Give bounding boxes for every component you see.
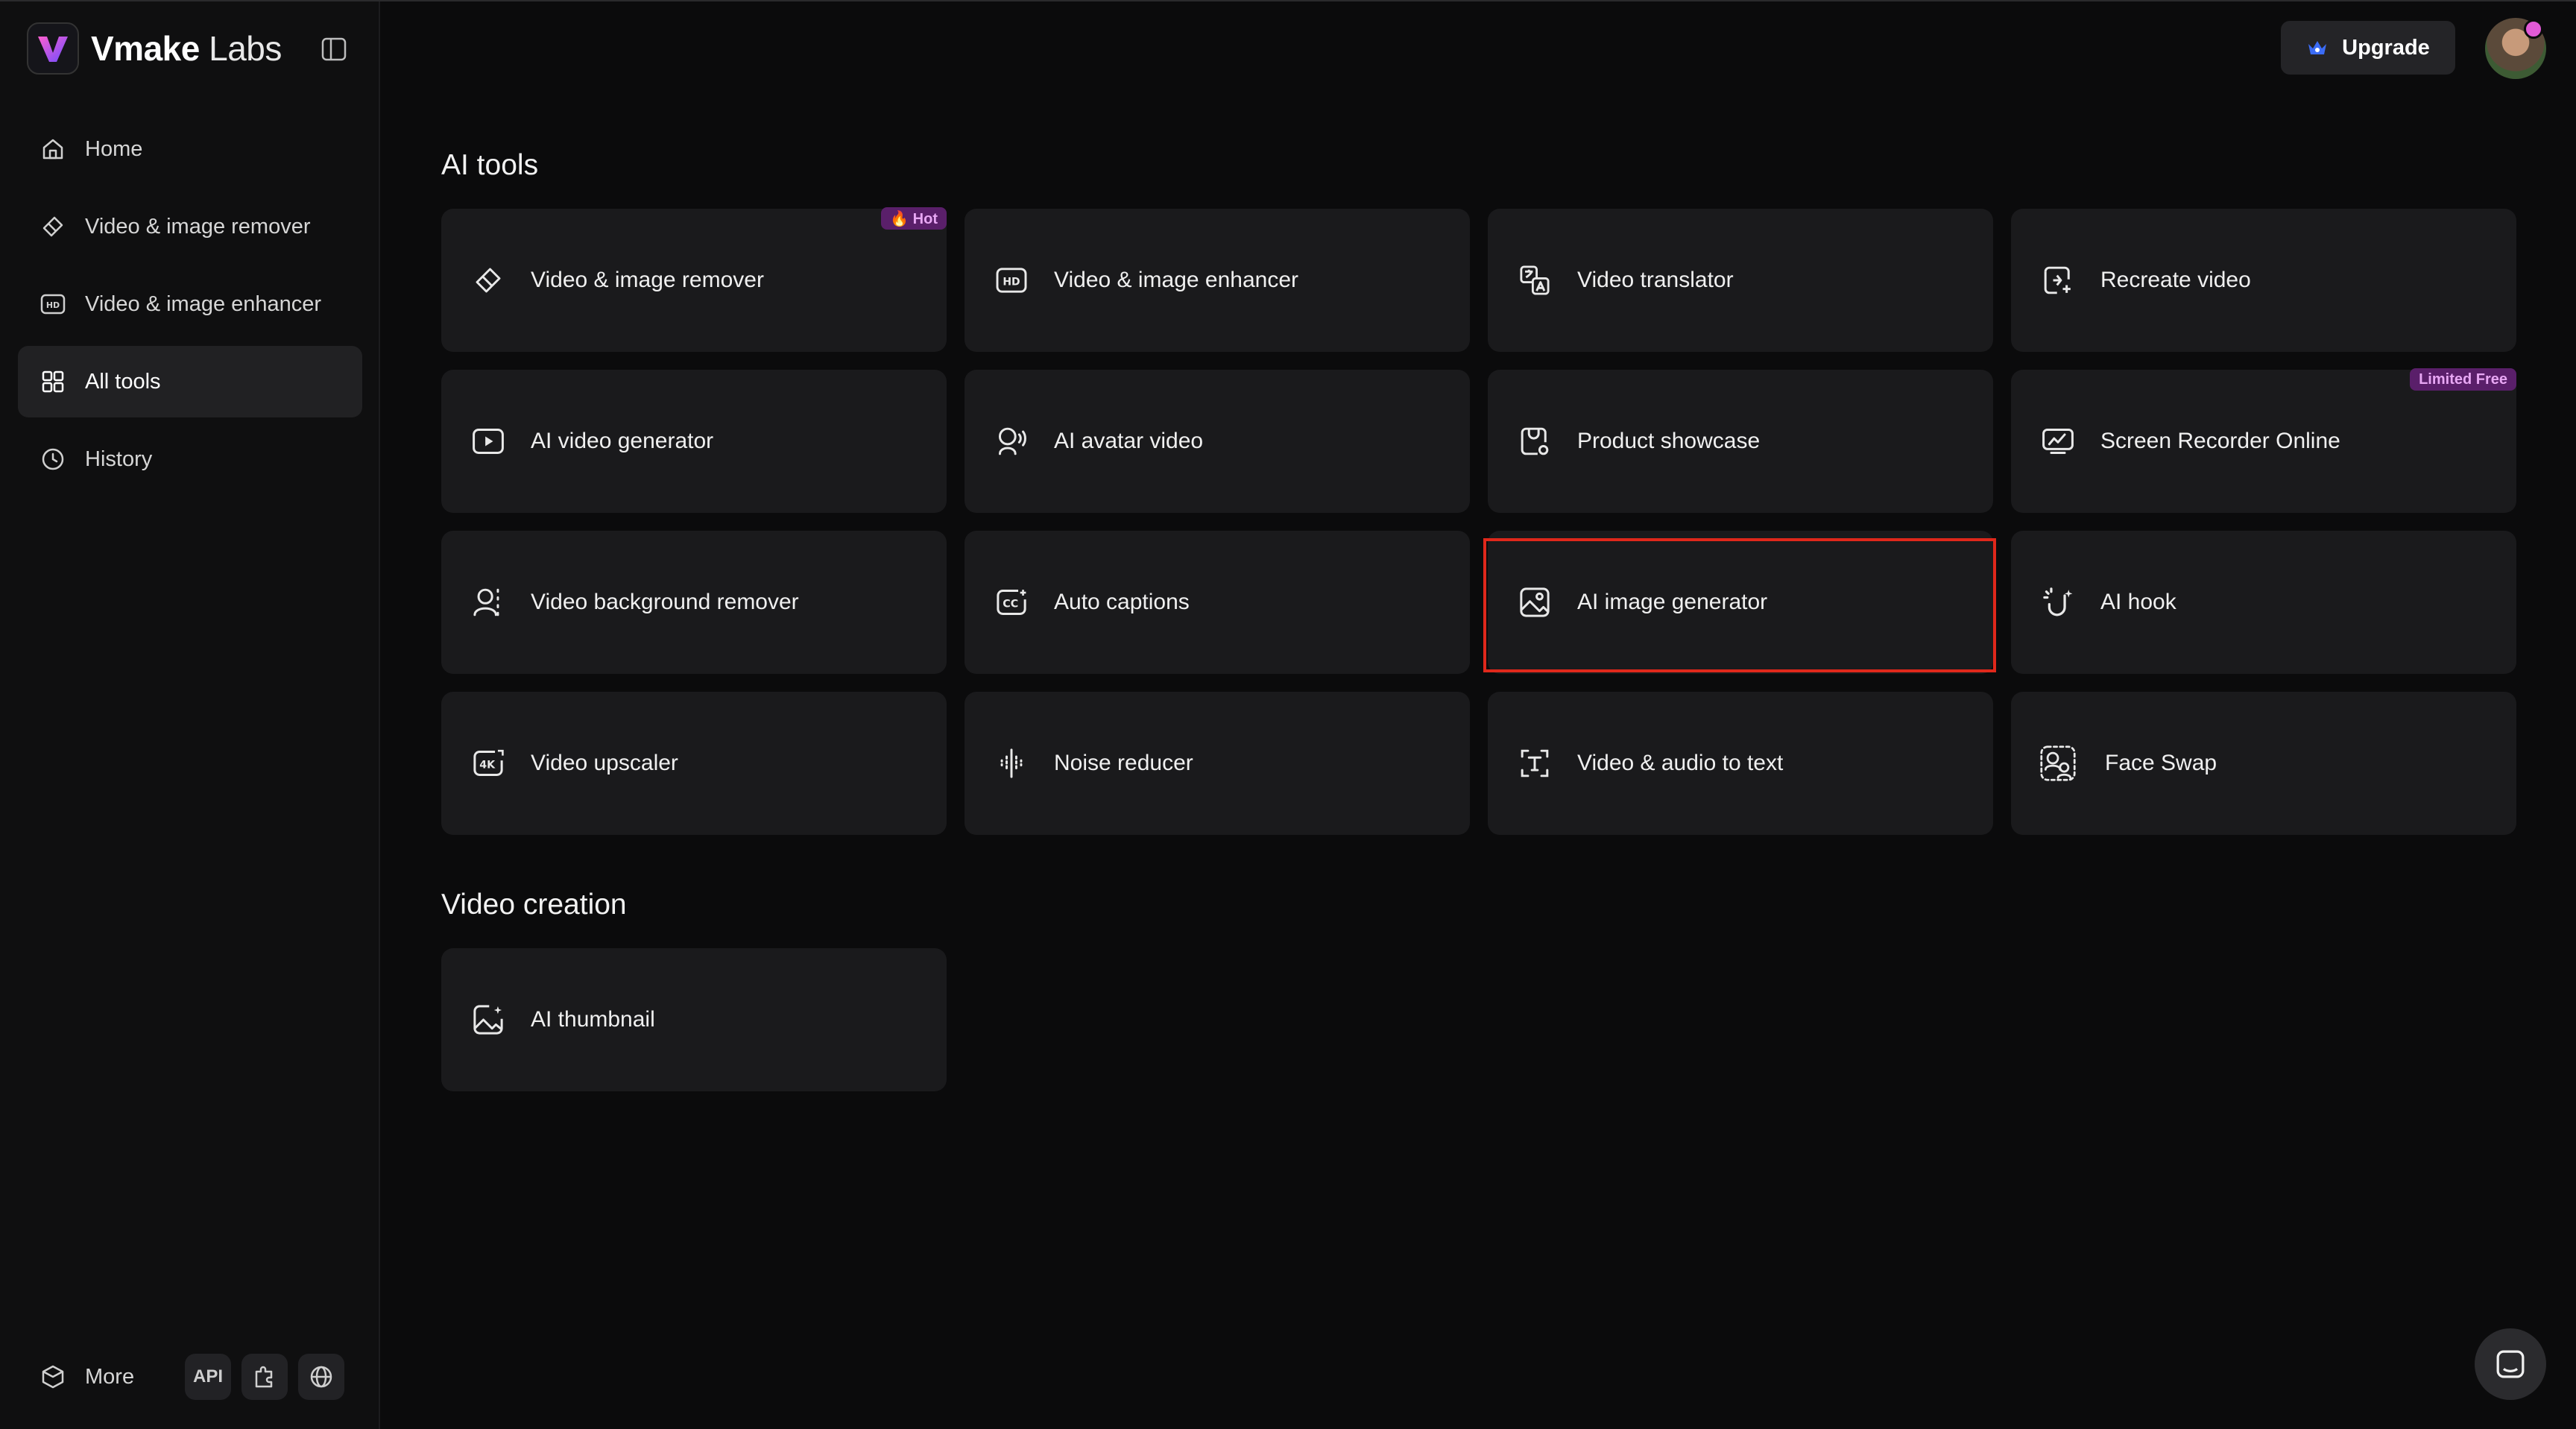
thumbnail-icon [470,1001,507,1038]
brand[interactable]: Vmake Labs [27,22,282,75]
product-icon [1516,423,1553,460]
video-creation-grid: AI thumbnail [441,948,947,1091]
sidebar: Vmake Labs Home Video & image remover HD… [0,1,380,1429]
cube-icon [39,1363,67,1391]
sidebar-item-all-tools[interactable]: All tools [18,346,362,417]
tool-card-video-background-remover[interactable]: Video background remover [441,531,947,674]
tool-card-ai-video-generator[interactable]: AI video generator [441,370,947,513]
tool-card-label: Video & image remover [531,268,764,292]
sidebar-nav: Home Video & image remover HD Video & im… [18,113,362,501]
tool-card-label: Video translator [1577,268,1734,292]
footer-buttons: API [185,1354,344,1400]
tool-card-label: Product showcase [1577,429,1761,453]
brand-name: Vmake Labs [91,29,282,68]
tool-card-label: Auto captions [1054,590,1190,614]
tool-card-label: Video upscaler [531,751,678,775]
tool-card-ai-image-generator[interactable]: AI image generator [1488,531,1993,674]
sidebar-item-label: All tools [85,369,161,394]
translate-icon [1516,262,1553,299]
tool-card-label: Screen Recorder Online [2100,429,2340,453]
svg-text:HD: HD [1003,276,1020,288]
image-icon [1516,584,1553,621]
tool-card-screen-recorder-online[interactable]: Screen Recorder Online Limited Free [2011,368,2516,513]
hd-icon: HD [39,290,67,318]
tool-card-video-translator[interactable]: Video translator [1488,209,1993,352]
sidebar-toggle-icon[interactable] [319,34,349,64]
limited-free-badge: Limited Free [2410,368,2516,391]
tool-card-auto-captions[interactable]: CC Auto captions [965,531,1470,674]
tool-card-recreate-video[interactable]: Recreate video [2011,209,2516,352]
tool-card-label: Video & audio to text [1577,751,1784,775]
tool-card-video-audio-to-text[interactable]: Video & audio to text [1488,692,1993,835]
more-button[interactable]: More [18,1363,134,1391]
sidebar-item-home[interactable]: Home [18,113,362,185]
tool-card-label: Recreate video [2100,268,2251,292]
clock-icon [39,445,67,473]
eraser-icon [470,262,507,299]
upgrade-label: Upgrade [2342,35,2430,60]
notification-dot [2524,19,2543,39]
sidebar-item-history[interactable]: History [18,423,362,495]
sidebar-footer: More API [18,1351,362,1403]
tool-card-ai-hook[interactable]: AI hook [2011,531,2516,674]
chat-support-icon[interactable] [2475,1328,2546,1400]
svg-text:4K: 4K [479,759,496,771]
tool-card-video-upscaler[interactable]: 4K Video upscaler [441,692,947,835]
tool-card-label: AI avatar video [1054,429,1204,453]
svg-text:CC: CC [1003,598,1018,610]
vmake-logo-icon [27,22,79,75]
avatar-icon [993,423,1030,460]
tool-card-label: AI thumbnail [531,1007,655,1032]
ai-tools-grid: Video & image remover 🔥 Hot HD Video & i… [441,207,2516,835]
play-icon [470,423,507,460]
face-swap-icon [2039,745,2077,782]
upgrade-button[interactable]: Upgrade [2281,21,2455,75]
tool-card-label: Video & image enhancer [1054,268,1299,292]
tool-card-video-image-enhancer[interactable]: HD Video & image enhancer [965,209,1470,352]
svg-text:HD: HD [46,300,60,310]
sidebar-item-video-image-remover[interactable]: Video & image remover [18,191,362,262]
sidebar-item-label: Video & image enhancer [85,291,322,316]
sidebar-item-label: History [85,447,153,471]
noise-icon [993,745,1030,782]
globe-icon[interactable] [298,1354,344,1400]
top-border [0,0,2576,1]
sidebar-item-video-image-enhancer[interactable]: HD Video & image enhancer [18,268,362,340]
tool-card-video-image-remover[interactable]: Video & image remover 🔥 Hot [441,207,947,352]
cc-icon: CC [993,584,1030,621]
more-label: More [85,1364,135,1389]
plugin-icon[interactable] [242,1354,288,1400]
home-icon [39,135,67,163]
recreate-icon [2039,262,2077,299]
tool-card-product-showcase[interactable]: Product showcase [1488,370,1993,513]
tool-card-label: AI video generator [531,429,714,453]
hot-badge: 🔥 Hot [881,207,947,230]
section-title-video-creation: Video creation [441,889,627,921]
tool-card-face-swap[interactable]: Face Swap [2011,692,2516,835]
tool-card-label: Face Swap [2105,751,2217,775]
section-title-ai-tools: AI tools [441,149,539,181]
sidebar-item-label: Home [85,136,143,161]
tool-card-ai-thumbnail[interactable]: AI thumbnail [441,948,947,1091]
screen-recorder-icon [2039,423,2077,460]
tool-card-ai-avatar-video[interactable]: AI avatar video [965,370,1470,513]
tool-card-label: AI hook [2100,590,2176,614]
eraser-icon [39,212,67,241]
grid-icon [39,367,67,396]
4k-icon: 4K [470,745,507,782]
tool-card-label: AI image generator [1577,590,1768,614]
hd-icon: HD [993,262,1030,299]
sidebar-item-label: Video & image remover [85,214,311,239]
api-button[interactable]: API [185,1354,231,1400]
magic-hook-icon [2039,584,2077,621]
person-dashed-icon [470,584,507,621]
crown-icon [2306,38,2329,57]
tool-card-label: Video background remover [531,590,799,614]
tool-card-label: Noise reducer [1054,751,1193,775]
tool-card-noise-reducer[interactable]: Noise reducer [965,692,1470,835]
text-scan-icon [1516,745,1553,782]
